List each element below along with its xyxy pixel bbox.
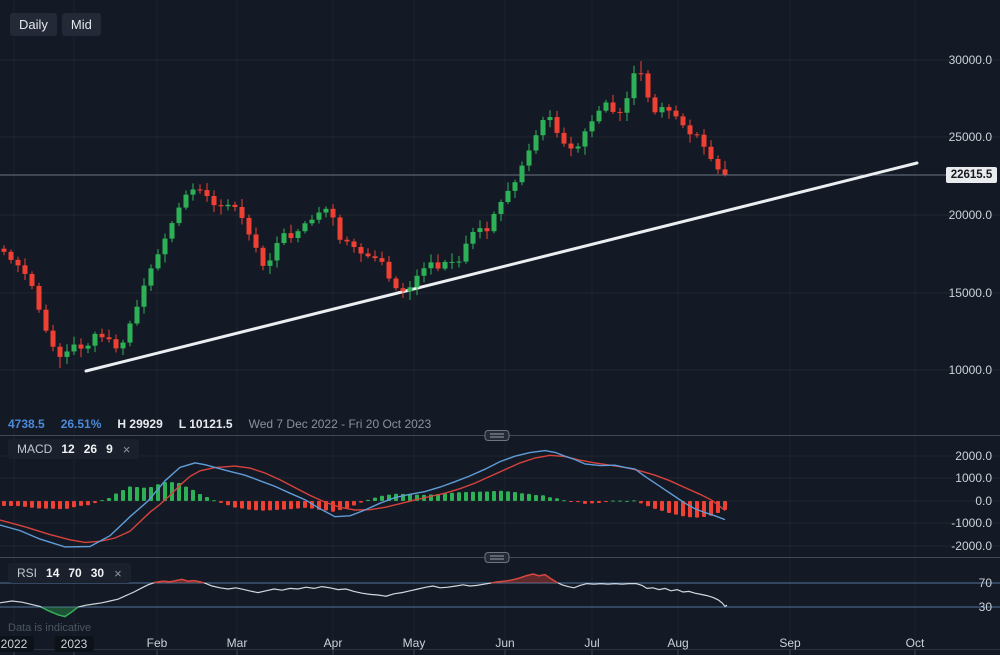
macd-axis-label: 0.0 — [975, 494, 992, 508]
macd-panel-resize-handle[interactable] — [485, 431, 509, 441]
time-axis[interactable]: 2022 2023 Feb Mar Apr May Jun Jul Aug Sep Oct — [0, 632, 1000, 655]
period-low: L 10121.5 — [179, 417, 233, 431]
time-axis-label: 2022 — [0, 636, 33, 652]
trendline-drawing[interactable] — [86, 163, 917, 371]
price-axis[interactable]: 30000.0 25000.0 20000.0 15000.0 10000.0 2000.… — [930, 0, 1000, 632]
rsi-level-label: 70 — [979, 576, 992, 590]
time-axis-label: 2023 — [55, 636, 94, 652]
timeframe-toolbar: Daily Mid — [10, 13, 101, 36]
rsi-param-lower: 30 — [91, 566, 104, 580]
price-axis-label: 20000.0 — [949, 208, 992, 222]
macd-param-signal: 9 — [106, 442, 113, 456]
macd-param-slow: 26 — [84, 442, 97, 456]
timeframe-daily-button[interactable]: Daily — [10, 13, 57, 36]
time-axis-label: Aug — [667, 636, 688, 650]
period-high: H 29929 — [117, 417, 162, 431]
time-axis-label: Apr — [324, 636, 343, 650]
time-axis-label: Sep — [779, 636, 800, 650]
trading-chart-app: Daily Mid 4738.5 26.51% H 29929 L 10121.… — [0, 0, 1000, 655]
price-axis-label: 10000.0 — [949, 363, 992, 377]
price-axis-label: 15000.0 — [949, 286, 992, 300]
macd-axis-label: 2000.0 — [955, 449, 992, 463]
current-price-tag: 22615.5 — [946, 167, 997, 183]
time-axis-label: Oct — [906, 636, 925, 650]
macd-series — [0, 451, 727, 547]
time-axis-label: Jul — [584, 636, 599, 650]
macd-indicator-label[interactable]: MACD 12 26 9 × — [8, 439, 139, 459]
data-indicative-note: Data is indicative — [8, 622, 91, 634]
rsi-param-upper: 70 — [68, 566, 81, 580]
time-axis-label: Jun — [495, 636, 514, 650]
macd-axis-label: -2000.0 — [951, 539, 992, 553]
time-axis-label: Feb — [147, 636, 168, 650]
time-axis-label: May — [403, 636, 426, 650]
rsi-level-label: 30 — [979, 600, 992, 614]
rsi-name: RSI — [17, 566, 37, 580]
price-mid-button[interactable]: Mid — [62, 13, 101, 36]
price-axis-label: 25000.0 — [949, 130, 992, 144]
change-value: 4738.5 — [8, 417, 45, 431]
rsi-close-icon[interactable]: × — [114, 567, 122, 580]
rsi-panel-resize-handle[interactable] — [485, 553, 509, 563]
macd-param-fast: 12 — [61, 442, 74, 456]
date-range: Wed 7 Dec 2022 - Fri 20 Oct 2023 — [249, 417, 432, 431]
time-axis-label: Mar — [227, 636, 248, 650]
macd-name: MACD — [17, 442, 52, 456]
rsi-param-length: 14 — [46, 566, 59, 580]
macd-close-icon[interactable]: × — [123, 443, 131, 456]
macd-axis-label: -1000.0 — [951, 516, 992, 530]
chart-canvas[interactable] — [0, 0, 1000, 655]
change-percent: 26.51% — [61, 417, 102, 431]
instrument-stats-bar: 4738.5 26.51% H 29929 L 10121.5 Wed 7 De… — [8, 417, 431, 431]
price-axis-label: 30000.0 — [949, 53, 992, 67]
macd-axis-label: 1000.0 — [955, 471, 992, 485]
rsi-indicator-label[interactable]: RSI 14 70 30 × — [8, 563, 131, 583]
